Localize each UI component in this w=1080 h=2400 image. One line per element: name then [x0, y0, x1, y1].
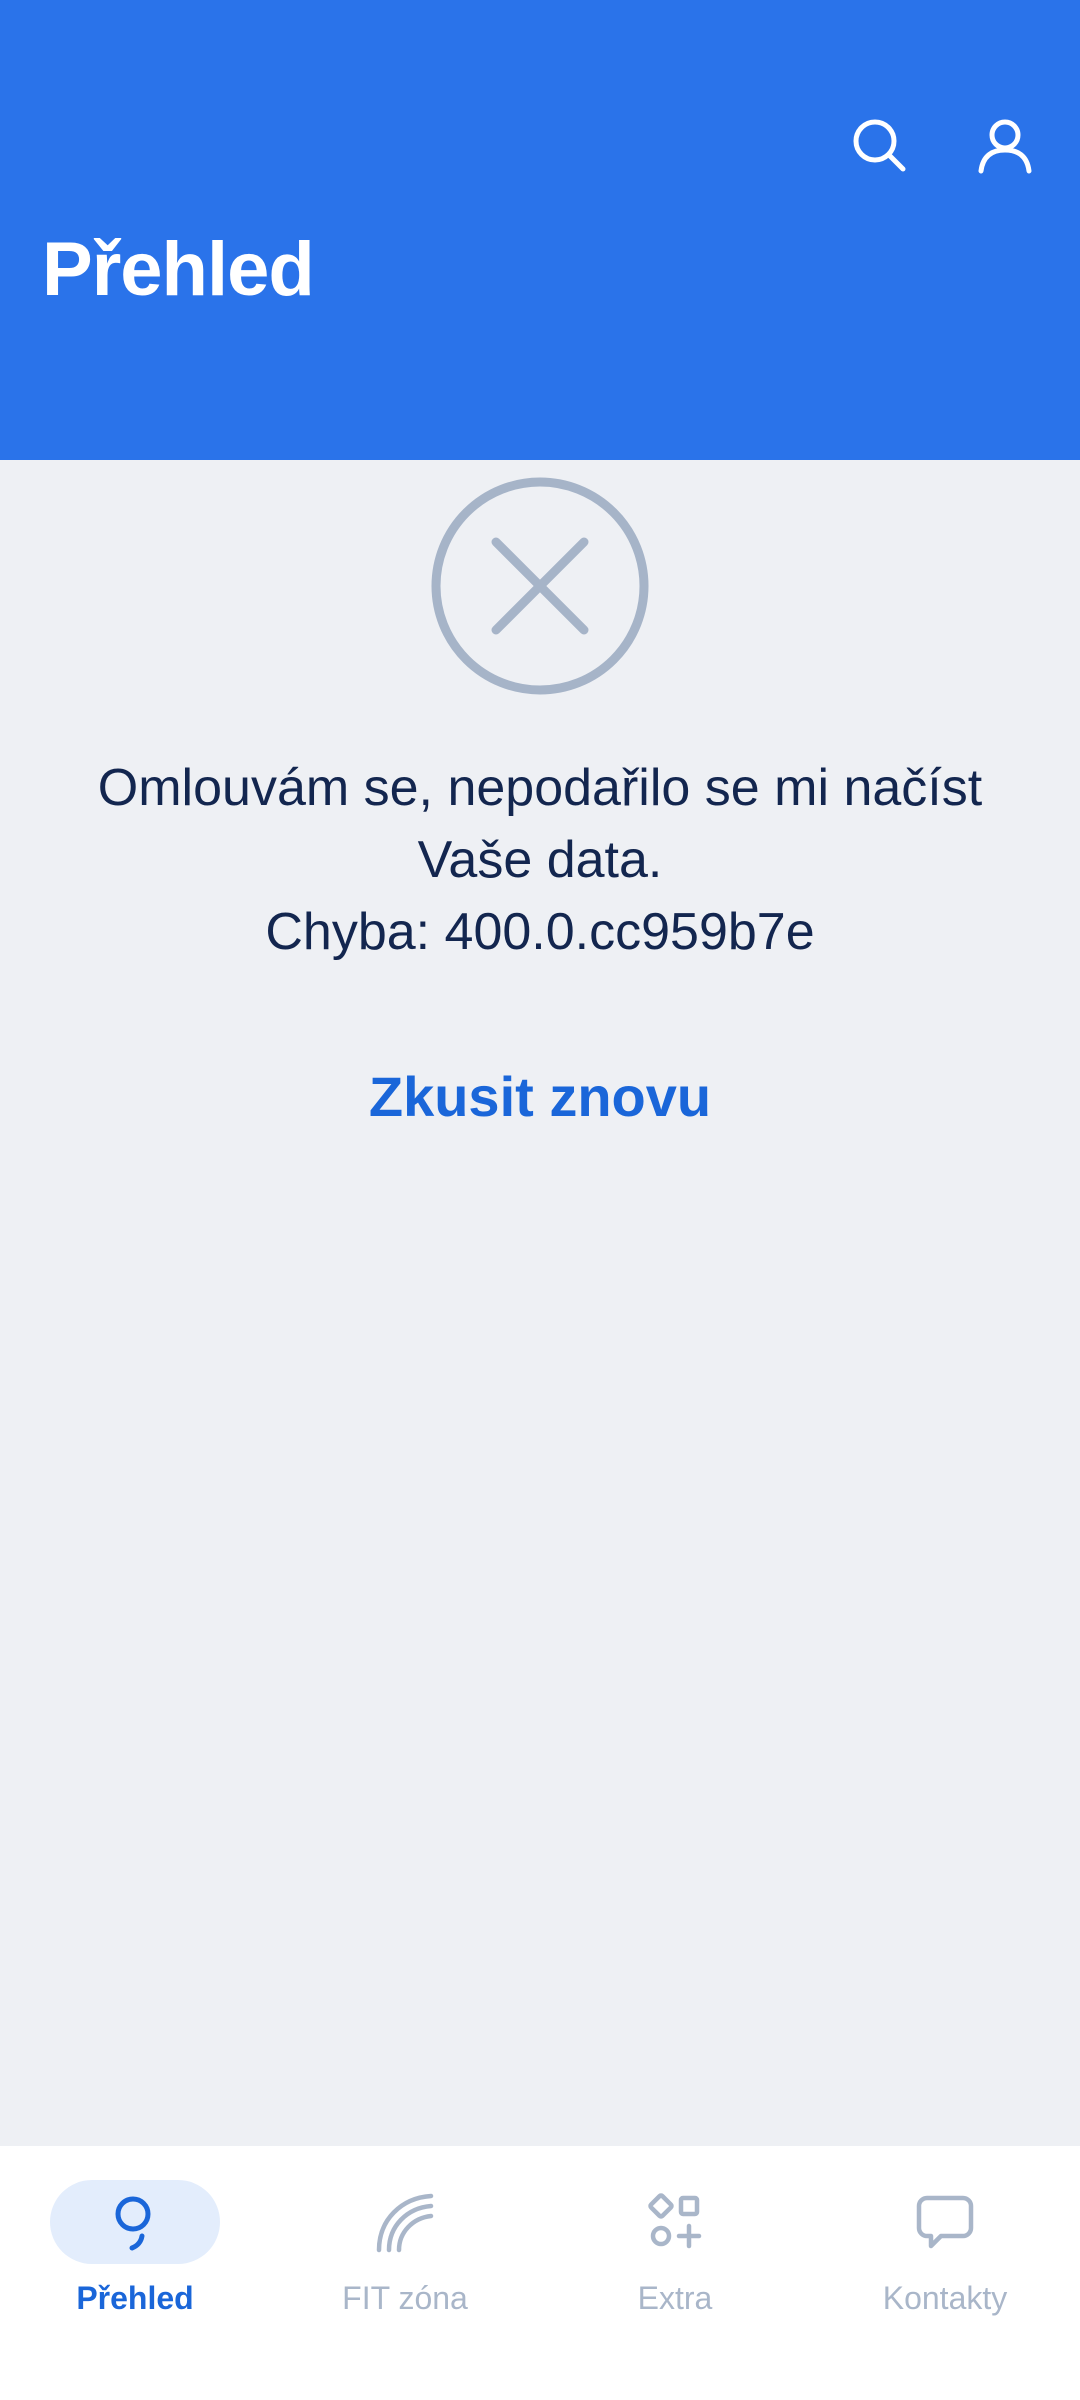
search-icon [853, 119, 906, 172]
nav-item-extra[interactable]: Extra [540, 2146, 810, 2400]
nav-label: Přehled [76, 2280, 194, 2316]
nav-item-fit-zona[interactable]: FIT zóna [270, 2146, 540, 2400]
retry-button[interactable]: Zkusit znovu [300, 1056, 780, 1136]
error-message: Omlouvám se, nepodařilo se mi načíst Vaš… [40, 752, 1040, 968]
app-header: Přehled [0, 0, 1080, 460]
nav-label: Kontakty [882, 2280, 1008, 2316]
nav-label: Extra [637, 2280, 713, 2316]
search-button[interactable] [844, 110, 914, 180]
nav-item-kontakty[interactable]: Kontakty [810, 2146, 1080, 2400]
nav-item-prehled[interactable]: Přehled [0, 2146, 270, 2400]
signal-arcs-icon [369, 2186, 441, 2258]
apps-grid-icon [639, 2186, 711, 2258]
error-message-line: Vaše data. [417, 831, 663, 889]
close-circle-icon [428, 474, 652, 698]
profile-button[interactable] [970, 110, 1040, 180]
chat-bubble-icon [909, 2186, 981, 2258]
nav-label: FIT zóna [342, 2280, 468, 2316]
error-message-line: Omlouvám se, nepodařilo se mi načíst [97, 759, 983, 817]
error-code: Chyba: 400.0.cc959b7e [265, 903, 815, 961]
bottom-nav: Přehled FIT zóna Extra Kontakty [0, 2146, 1080, 2400]
page-title: Přehled [42, 227, 315, 312]
app-screen: Přehled Omlouvám se, nepodařilo se mi na… [0, 0, 1080, 2400]
user-icon [978, 119, 1032, 174]
overview-icon [99, 2186, 171, 2258]
